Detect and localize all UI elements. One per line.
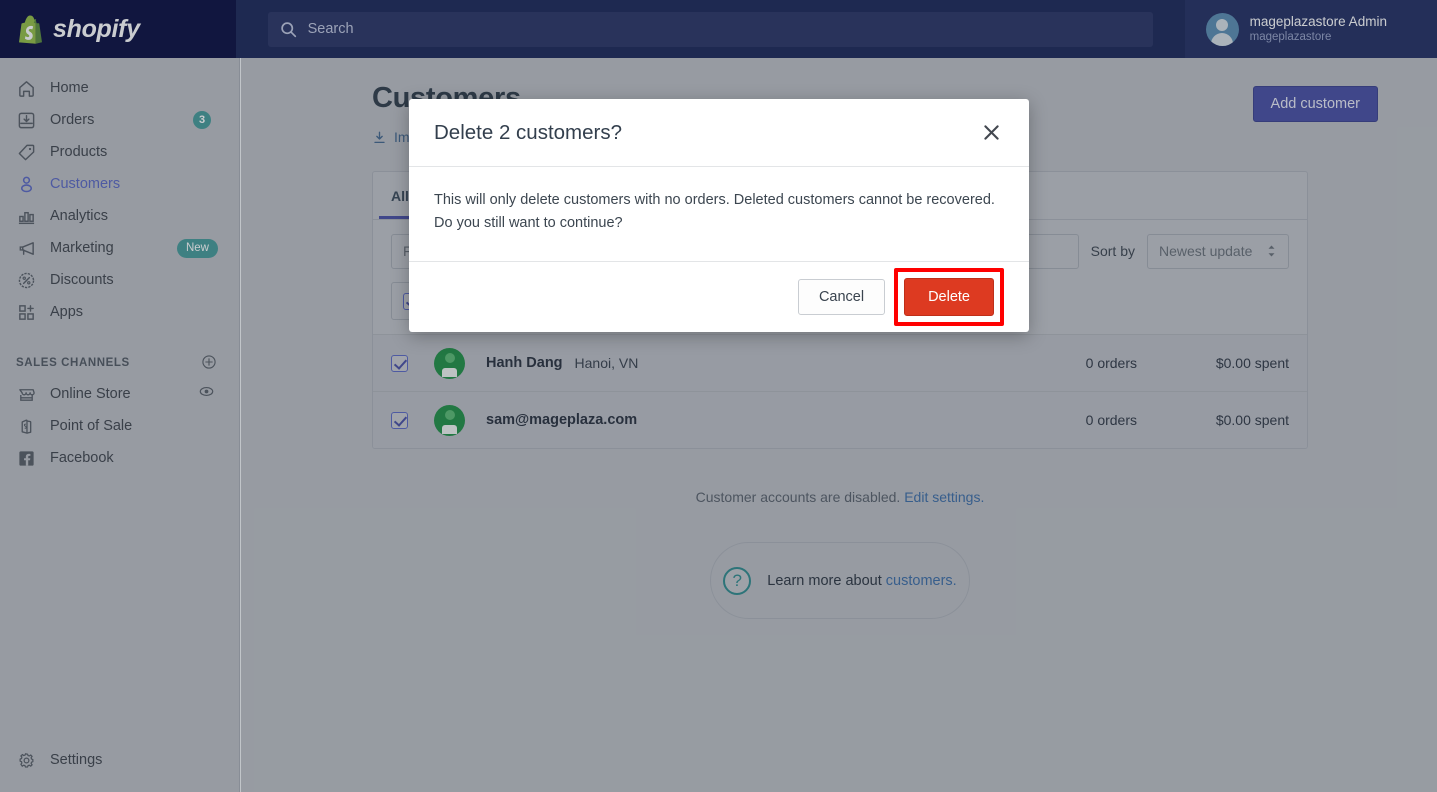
modal-header: Delete 2 customers? [409, 99, 1029, 167]
close-icon[interactable] [978, 120, 1004, 146]
modal-body-text: This will only delete customers with no … [409, 167, 1029, 262]
modal-title: Delete 2 customers? [434, 120, 623, 144]
delete-button[interactable]: Delete [904, 278, 994, 316]
cancel-button[interactable]: Cancel [797, 279, 886, 315]
delete-customers-modal: Delete 2 customers? This will only delet… [409, 99, 1029, 332]
delete-button-highlight: Delete [894, 268, 1004, 326]
shopify-admin-screen: shopify Search mageplazastore Admin mage… [0, 0, 1437, 792]
modal-footer: Cancel Delete [409, 262, 1029, 332]
